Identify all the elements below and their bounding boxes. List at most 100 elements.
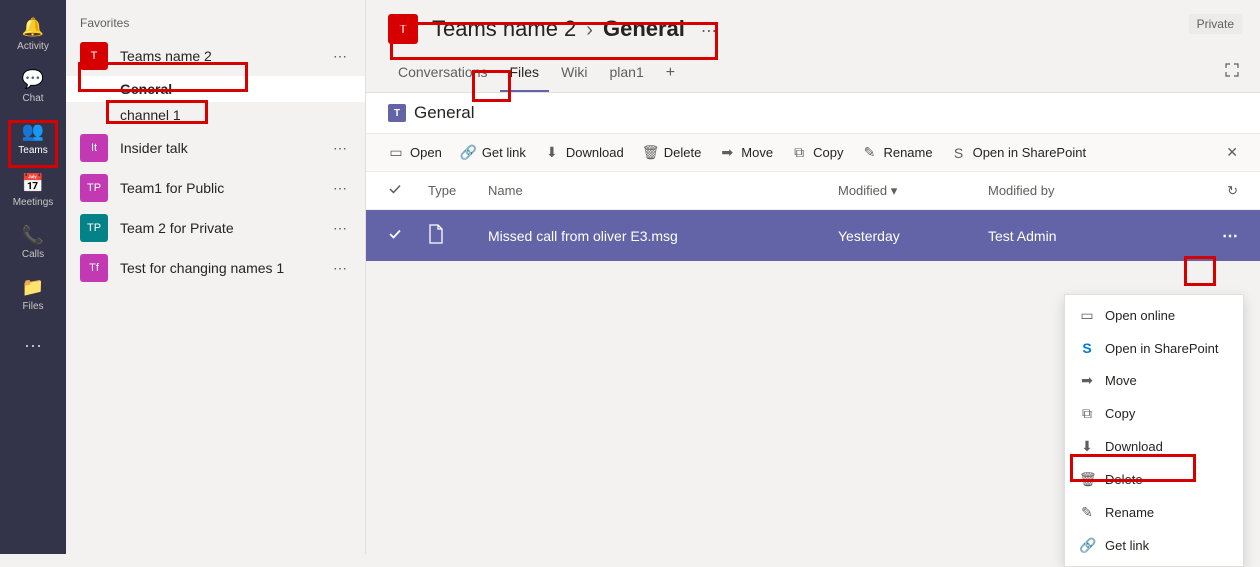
bell-icon: 🔔 (22, 17, 44, 39)
team-avatar: It (80, 134, 108, 162)
team-name: Insider talk (120, 140, 317, 156)
chat-icon: 💬 (22, 69, 44, 91)
file-icon: 📁 (22, 277, 44, 299)
team-name: Team1 for Public (120, 180, 317, 196)
team-row[interactable]: TP Team1 for Public ⋯ (66, 168, 365, 208)
open-button[interactable]: ▭Open (388, 144, 442, 161)
rail-more[interactable]: ⋯ (0, 320, 66, 372)
private-badge: Private (1189, 14, 1242, 34)
team-name: Teams name 2 (120, 48, 317, 64)
teams-logo-icon: T (388, 104, 406, 122)
rail-label: Teams (18, 145, 47, 156)
rail-calls[interactable]: 📞 Calls (0, 216, 66, 268)
tab-plan1[interactable]: plan1 (600, 54, 654, 92)
team-name: Team 2 for Private (120, 220, 317, 236)
col-type[interactable]: Type (428, 183, 488, 198)
download-icon: ⬇ (544, 144, 560, 161)
col-name[interactable]: Name (488, 183, 838, 198)
ctx-move[interactable]: ➡Move (1065, 364, 1243, 397)
header-more-icon[interactable]: ⋯ (701, 21, 717, 41)
team-avatar: T (80, 42, 108, 70)
ctx-open-online[interactable]: ▭Open online (1065, 299, 1243, 332)
team-more-icon[interactable]: ⋯ (329, 260, 351, 277)
col-modified-by[interactable]: Modified by (988, 183, 1188, 198)
ellipsis-icon: ⋯ (24, 335, 42, 357)
ctx-get-link[interactable]: 🔗Get link (1065, 529, 1243, 562)
breadcrumb-team[interactable]: Teams name 2 (432, 16, 576, 42)
file-more-icon[interactable]: ⋯ (1188, 226, 1238, 246)
team-more-icon[interactable]: ⋯ (329, 220, 351, 237)
sharepoint-icon: S (951, 145, 967, 161)
delete-button[interactable]: 🗑Delete (642, 144, 702, 161)
move-icon: ➡ (719, 144, 735, 161)
copy-icon: ⧉ (791, 144, 807, 161)
copy-icon: ⧉ (1079, 405, 1095, 422)
sharepoint-icon: S (1079, 340, 1095, 356)
open-sharepoint-button[interactable]: SOpen in SharePoint (951, 145, 1086, 161)
ctx-delete[interactable]: 🗑Delete (1065, 463, 1243, 496)
download-icon: ⬇ (1079, 438, 1095, 455)
files-panel: T General ▭Open 🔗Get link ⬇Download 🗑Del… (366, 93, 1260, 261)
rename-icon: ✎ (1079, 504, 1095, 521)
breadcrumb-channel: General (603, 16, 685, 42)
ctx-open-sharepoint[interactable]: SOpen in SharePoint (1065, 332, 1243, 364)
rail-teams[interactable]: 👥 Teams (0, 112, 66, 164)
rail-label: Calls (22, 249, 44, 260)
download-button[interactable]: ⬇Download (544, 144, 624, 161)
files-toolbar: ▭Open 🔗Get link ⬇Download 🗑Delete ➡Move … (366, 133, 1260, 172)
channel-header: T Teams name 2 › General ⋯ Private (366, 0, 1260, 54)
team-row[interactable]: TP Team 2 for Private ⋯ (66, 208, 365, 248)
file-modified: Yesterday (838, 228, 988, 244)
move-button[interactable]: ➡Move (719, 144, 773, 161)
rail-activity[interactable]: 🔔 Activity (0, 8, 66, 60)
col-modified[interactable]: Modified ▾ (838, 183, 988, 199)
file-row[interactable]: Missed call from oliver E3.msg Yesterday… (366, 210, 1260, 261)
file-modified-by: Test Admin (988, 228, 1188, 244)
files-title: T General (366, 93, 1260, 133)
rail-label: Activity (17, 41, 49, 52)
team-avatar: TP (80, 214, 108, 242)
team-row[interactable]: It Insider talk ⋯ (66, 128, 365, 168)
phone-icon: 📞 (22, 225, 44, 247)
tab-files[interactable]: Files (500, 54, 550, 92)
add-tab-button[interactable]: + (656, 54, 685, 92)
get-link-button[interactable]: 🔗Get link (460, 144, 526, 161)
ctx-copy[interactable]: ⧉Copy (1065, 397, 1243, 430)
calendar-icon: 📅 (22, 173, 44, 195)
row-checkbox[interactable] (388, 227, 428, 244)
rail-meetings[interactable]: 📅 Meetings (0, 164, 66, 216)
move-icon: ➡ (1079, 372, 1095, 389)
rail-label: Chat (22, 93, 43, 104)
tabs-row: Conversations Files Wiki plan1 + (366, 54, 1260, 93)
team-name: Test for changing names 1 (120, 260, 317, 276)
tab-conversations[interactable]: Conversations (388, 54, 498, 92)
expand-icon[interactable] (1224, 62, 1240, 81)
ctx-rename[interactable]: ✎Rename (1065, 496, 1243, 529)
open-icon: ▭ (388, 144, 404, 161)
tab-wiki[interactable]: Wiki (551, 54, 597, 92)
rail-files[interactable]: 📁 Files (0, 268, 66, 320)
col-select[interactable] (388, 182, 428, 199)
favorites-heading: Favorites (66, 10, 365, 36)
rename-button[interactable]: ✎Rename (861, 144, 932, 161)
team-more-icon[interactable]: ⋯ (329, 140, 351, 157)
toolbar-close-icon[interactable]: ✕ (1226, 144, 1238, 161)
link-icon: 🔗 (460, 144, 476, 161)
team-row[interactable]: T Teams name 2 ⋯ (66, 36, 365, 76)
rail-label: Meetings (13, 197, 54, 208)
teams-sidebar: Favorites T Teams name 2 ⋯ General chann… (66, 0, 366, 554)
file-type-icon (428, 224, 488, 247)
copy-button[interactable]: ⧉Copy (791, 144, 843, 161)
channel-general[interactable]: General (66, 76, 365, 102)
team-avatar: Tf (80, 254, 108, 282)
open-icon: ▭ (1079, 307, 1095, 324)
ctx-download[interactable]: ⬇Download (1065, 430, 1243, 463)
refresh-icon[interactable]: ↻ (1188, 183, 1238, 199)
team-more-icon[interactable]: ⋯ (329, 48, 351, 65)
channel-channel1[interactable]: channel 1 (66, 102, 365, 128)
rail-chat[interactable]: 💬 Chat (0, 60, 66, 112)
team-more-icon[interactable]: ⋯ (329, 180, 351, 197)
rename-icon: ✎ (861, 144, 877, 161)
team-row[interactable]: Tf Test for changing names 1 ⋯ (66, 248, 365, 288)
app-rail: 🔔 Activity 💬 Chat 👥 Teams 📅 Meetings 📞 C… (0, 0, 66, 554)
